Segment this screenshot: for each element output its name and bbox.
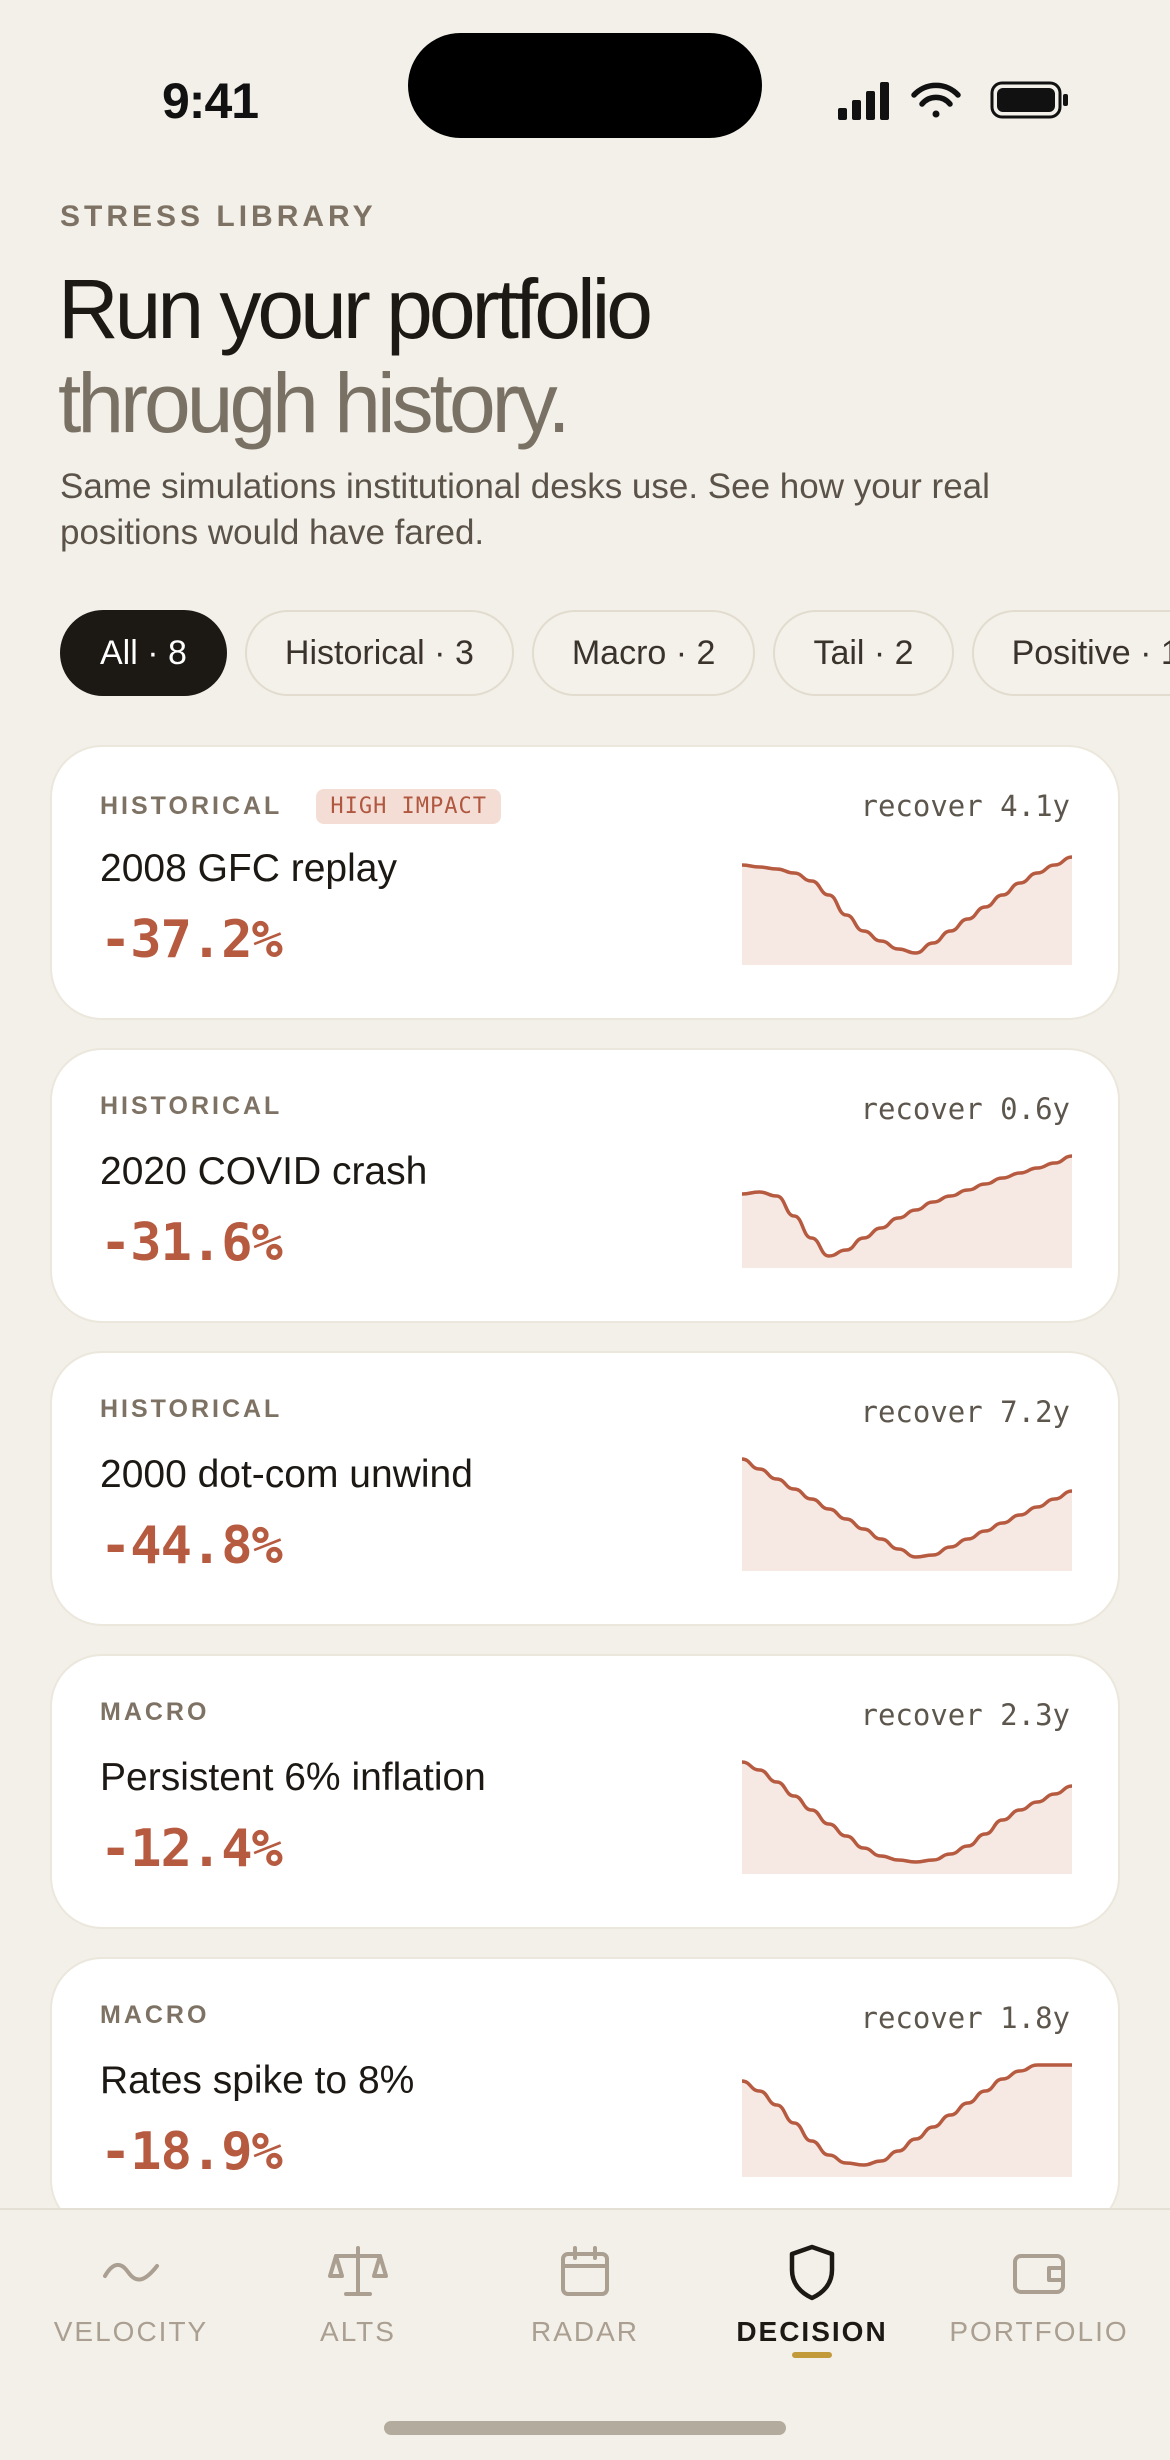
page-title-line-1: Run your portfolio	[58, 262, 653, 356]
scenario-card[interactable]: MACRO recover 1.8y Rates spike to 8% -18…	[50, 1957, 1120, 2210]
scenario-list: HISTORICAL HIGH IMPACT recover 4.1y 2008…	[50, 745, 1120, 2210]
scenario-sparkline	[742, 855, 1072, 965]
recovery-time: recover 2.3y	[860, 1698, 1070, 1732]
recovery-time: recover 4.1y	[860, 789, 1070, 823]
filter-chip-macro[interactable]: Macro · 2	[531, 610, 756, 696]
wallet-icon	[1013, 2254, 1065, 2294]
tab-decision[interactable]: DECISION	[697, 2242, 927, 2372]
shield-icon	[789, 2244, 835, 2301]
sparkline-area	[742, 1762, 1072, 1874]
filter-chip-historical[interactable]: Historical · 3	[244, 610, 514, 696]
tab-label: RADAR	[530, 2316, 639, 2347]
recovery-time: recover 0.6y	[860, 1092, 1070, 1126]
status-icons	[838, 81, 1068, 120]
scenario-title: Persistent 6% inflation	[100, 1756, 486, 1799]
tab-velocity[interactable]: VELOCITY	[16, 2242, 246, 2372]
wifi-icon	[911, 82, 961, 118]
scenario-title: 2020 COVID crash	[100, 1150, 428, 1193]
scenario-category: HISTORICAL	[100, 1395, 283, 1423]
tab-label: DECISION	[736, 2316, 888, 2347]
scenario-card[interactable]: HISTORICAL HIGH IMPACT recover 4.1y 2008…	[50, 745, 1120, 1020]
scenario-title: 2008 GFC replay	[100, 847, 397, 890]
calendar-icon	[561, 2246, 609, 2296]
battery-icon	[990, 81, 1068, 119]
scenario-sparkline	[742, 1760, 1072, 1874]
scenario-card[interactable]: HISTORICAL recover 0.6y 2020 COVID crash…	[50, 1048, 1120, 1323]
page-title: Run your portfolio through history.	[58, 262, 653, 450]
scenario-card[interactable]: MACRO recover 2.3y Persistent 6% inflati…	[50, 1654, 1120, 1929]
scenario-title: Rates spike to 8%	[100, 2059, 415, 2102]
scenario-category: MACRO	[100, 1698, 210, 1726]
scenario-card[interactable]: HISTORICAL recover 7.2y 2000 dot-com unw…	[50, 1351, 1120, 1626]
filter-chips: All · 8 Historical · 3 Macro · 2 Tail · …	[60, 610, 1170, 696]
tab-radar[interactable]: RADAR	[470, 2242, 700, 2372]
velocity-wave-icon	[103, 2263, 159, 2282]
active-tab-indicator	[792, 2352, 832, 2358]
scales-icon	[328, 2246, 388, 2296]
home-indicator	[384, 2421, 786, 2435]
status-time: 9:41	[162, 73, 259, 129]
filter-chip-all[interactable]: All · 8	[60, 610, 227, 696]
dynamic-island	[408, 33, 762, 138]
scenario-category: HISTORICAL	[100, 792, 283, 820]
status-bar: 9:41	[0, 0, 1170, 200]
scenario-drawdown: -44.8%	[100, 1516, 283, 1576]
scenario-sparkline	[742, 2063, 1072, 2177]
recovery-time: recover 7.2y	[860, 1395, 1070, 1429]
scenario-category: MACRO	[100, 2001, 210, 2029]
tab-portfolio[interactable]: PORTFOLIO	[924, 2242, 1154, 2372]
cellular-signal-icon	[838, 82, 889, 120]
scenario-sparkline	[742, 1154, 1072, 1268]
scenario-category: HISTORICAL	[100, 1092, 283, 1120]
recovery-time: recover 1.8y	[860, 2001, 1070, 2035]
tab-label: PORTFOLIO	[949, 2316, 1129, 2347]
tab-alts[interactable]: ALTS	[243, 2242, 473, 2372]
filter-chip-positive[interactable]: Positive · 1	[971, 610, 1170, 696]
page-subtitle: Same simulations institutional desks use…	[60, 467, 990, 552]
section-eyebrow: STRESS LIBRARY	[60, 200, 377, 233]
filter-chip-tail[interactable]: Tail · 2	[773, 610, 954, 696]
scenario-drawdown: -37.2%	[100, 910, 283, 970]
tab-label: ALTS	[320, 2316, 396, 2347]
tab-label: VELOCITY	[53, 2316, 209, 2347]
scenario-sparkline	[742, 1457, 1072, 1571]
scenario-drawdown: -18.9%	[100, 2122, 283, 2182]
scenario-drawdown: -31.6%	[100, 1213, 283, 1273]
scenario-title: 2000 dot-com unwind	[100, 1453, 473, 1496]
scenario-drawdown: -12.4%	[100, 1819, 283, 1879]
impact-badge: HIGH IMPACT	[316, 789, 502, 824]
page-title-line-2: through history.	[58, 356, 571, 450]
